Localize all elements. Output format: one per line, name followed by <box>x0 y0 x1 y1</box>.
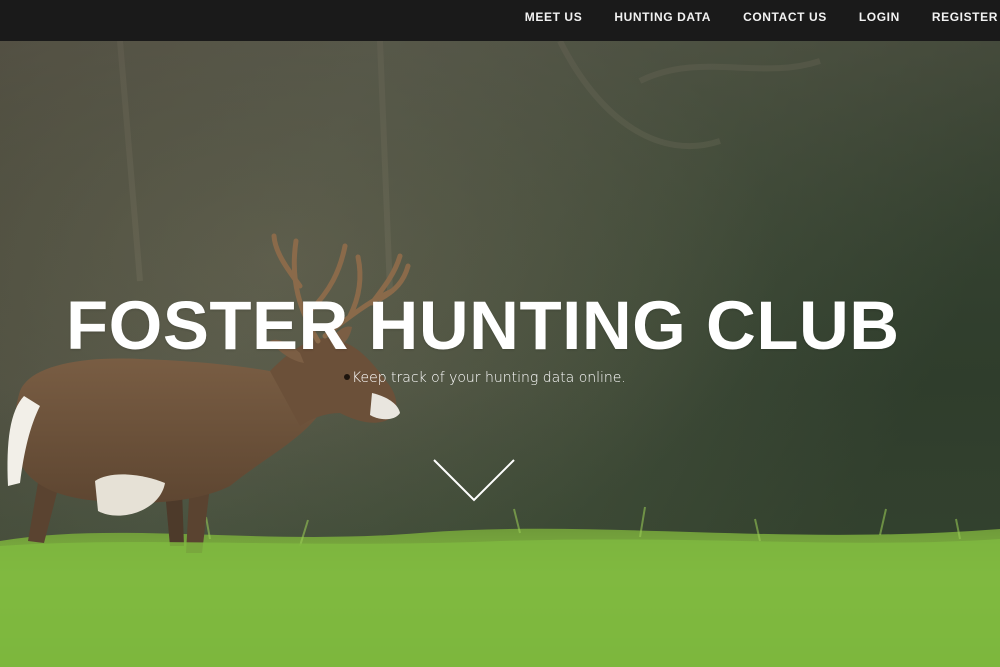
hero-subtitle: Keep track of your hunting data online. <box>352 370 626 386</box>
nav-login[interactable]: LOGIN <box>843 0 916 34</box>
nav-meet-us[interactable]: MEET US <box>509 0 599 34</box>
main-nav: MEET US HUNTING DATA CONTACT US LOGIN RE… <box>509 0 998 34</box>
hero-section: FOSTER HUNTING CLUB Keep track of your h… <box>0 41 1000 667</box>
nav-register[interactable]: REGISTER <box>916 0 998 34</box>
nav-hunting-data[interactable]: HUNTING DATA <box>598 0 727 34</box>
chevron-down-icon[interactable] <box>432 458 516 504</box>
top-navbar: MEET US HUNTING DATA CONTACT US LOGIN RE… <box>0 0 1000 41</box>
nav-contact-us[interactable]: CONTACT US <box>727 0 843 34</box>
hero-title: FOSTER HUNTING CLUB <box>66 287 900 364</box>
